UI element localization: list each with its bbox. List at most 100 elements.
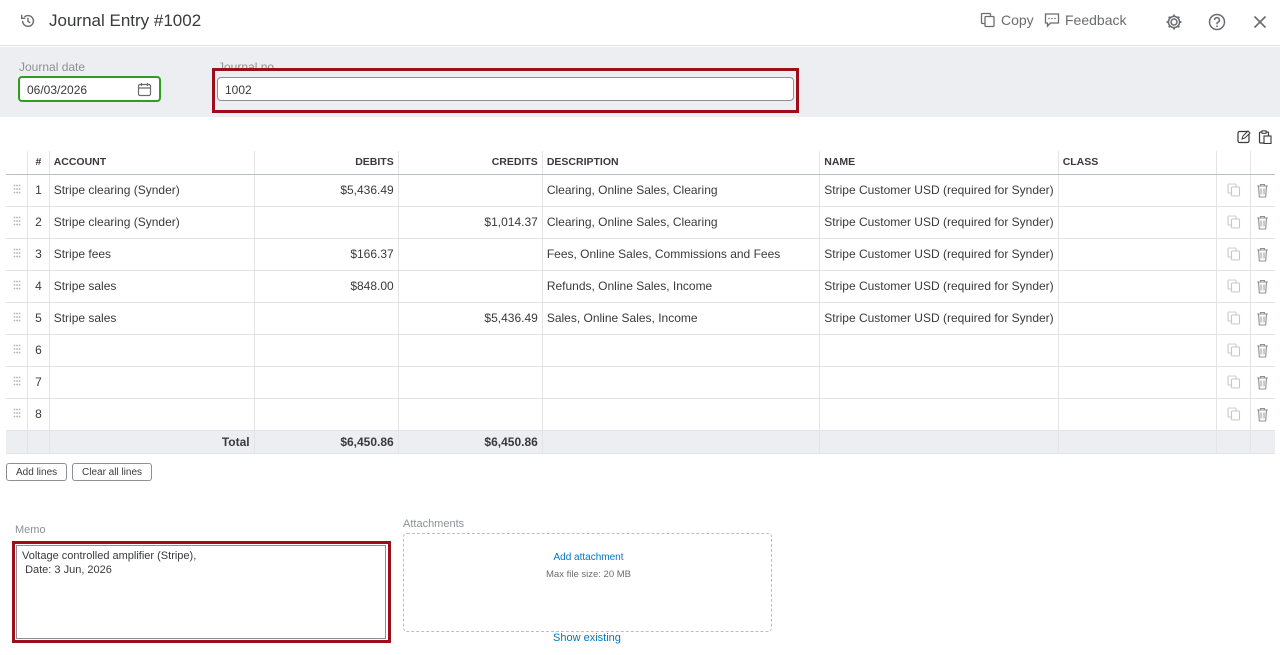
account-cell[interactable]: Stripe clearing (Synder) [48,174,255,207]
table-row[interactable]: 7 [6,366,1275,399]
delete-row-icon[interactable] [1256,343,1269,358]
account-cell[interactable] [48,366,255,399]
description-cell[interactable]: Fees, Online Sales, Commissions and Fees [541,238,820,271]
debit-cell[interactable]: $166.37 [253,238,399,271]
drag-handle-cell[interactable] [6,238,28,271]
duplicate-row-icon[interactable] [1226,183,1241,197]
name-cell[interactable]: Stripe Customer USD (required for Synder… [819,238,1059,271]
credit-cell[interactable]: $5,436.49 [397,302,543,335]
drag-handle-icon[interactable] [13,408,21,418]
debit-cell[interactable]: $5,436.49 [253,174,399,207]
duplicate-row-cell[interactable] [1216,302,1251,335]
duplicate-row-icon[interactable] [1226,279,1241,293]
drag-handle-cell[interactable] [6,174,28,207]
name-cell[interactable]: Stripe Customer USD (required for Synder… [819,302,1059,335]
table-row[interactable]: 1 Stripe clearing (Synder) $5,436.49 Cleari… [6,174,1275,207]
drag-handle-cell[interactable] [6,206,28,239]
delete-row-icon[interactable] [1256,215,1269,230]
drag-handle-icon[interactable] [13,216,21,226]
delete-row-cell[interactable] [1249,398,1275,431]
debit-cell[interactable]: $848.00 [253,270,399,303]
duplicate-row-cell[interactable] [1216,206,1251,239]
table-row[interactable]: 2 Stripe clearing (Synder) $1,014.37 Cleari… [6,206,1275,239]
credit-cell[interactable] [397,270,543,303]
description-cell[interactable] [541,398,820,431]
name-cell[interactable]: Stripe Customer USD (required for Synder… [819,206,1059,239]
account-cell[interactable]: Stripe fees [48,238,255,271]
drag-handle-icon[interactable] [13,344,21,354]
delete-row-icon[interactable] [1256,247,1269,262]
account-cell[interactable]: Stripe clearing (Synder) [48,206,255,239]
description-cell[interactable] [541,366,820,399]
drag-handle-icon[interactable] [13,312,21,322]
duplicate-row-cell[interactable] [1216,238,1251,271]
delete-row-cell[interactable] [1249,302,1275,335]
paste-icon[interactable] [1258,130,1272,144]
drag-handle-cell[interactable] [6,398,28,431]
description-cell[interactable]: Clearing, Online Sales, Clearing [541,206,820,239]
duplicate-row-cell[interactable] [1216,366,1251,399]
drag-handle-cell[interactable] [6,334,28,367]
class-cell[interactable] [1057,270,1217,303]
table-row[interactable]: 4 Stripe sales $848.00 Refunds, Online Sale… [6,270,1275,303]
delete-row-icon[interactable] [1256,407,1269,422]
duplicate-row-cell[interactable] [1216,270,1251,303]
debit-cell[interactable] [253,366,399,399]
class-cell[interactable] [1057,238,1217,271]
delete-row-icon[interactable] [1256,279,1269,294]
calendar-icon[interactable] [137,82,152,97]
class-cell[interactable] [1057,302,1217,335]
delete-row-icon[interactable] [1256,375,1269,390]
debit-cell[interactable] [253,398,399,431]
drag-handle-cell[interactable] [6,366,28,399]
drag-handle-icon[interactable] [13,376,21,386]
history-icon[interactable] [19,12,37,30]
account-cell[interactable]: Stripe sales [48,270,255,303]
table-row[interactable]: 8 [6,398,1275,431]
description-cell[interactable] [541,334,820,367]
memo-textarea[interactable]: Voltage controlled amplifier (Stripe), D… [16,545,386,639]
journal-date-input[interactable]: 06/03/2026 [18,76,161,102]
delete-row-cell[interactable] [1249,334,1275,367]
account-cell[interactable] [48,334,255,367]
duplicate-row-icon[interactable] [1226,375,1241,389]
journal-no-input[interactable]: 1002 [217,77,794,101]
show-existing-link[interactable]: Show existing [553,632,621,644]
delete-row-icon[interactable] [1256,311,1269,326]
duplicate-row-icon[interactable] [1226,247,1241,261]
credit-cell[interactable] [397,334,543,367]
description-cell[interactable]: Clearing, Online Sales, Clearing [541,174,820,207]
feedback-button[interactable]: Feedback [1044,12,1126,28]
duplicate-row-cell[interactable] [1216,398,1251,431]
name-cell[interactable]: Stripe Customer USD (required for Synder… [819,174,1059,207]
class-cell[interactable] [1057,206,1217,239]
duplicate-row-icon[interactable] [1226,343,1241,357]
duplicate-row-cell[interactable] [1216,334,1251,367]
delete-row-cell[interactable] [1249,366,1275,399]
delete-row-cell[interactable] [1249,206,1275,239]
debit-cell[interactable] [253,302,399,335]
name-cell[interactable]: Stripe Customer USD (required for Synder… [819,270,1059,303]
name-cell[interactable] [819,398,1059,431]
drag-handle-icon[interactable] [13,184,21,194]
add-lines-button[interactable]: Add lines [6,463,68,481]
help-icon[interactable] [1207,12,1227,32]
credit-cell[interactable]: $1,014.37 [397,206,543,239]
class-cell[interactable] [1057,334,1217,367]
class-cell[interactable] [1057,174,1217,207]
drag-handle-cell[interactable] [6,302,28,335]
credit-cell[interactable] [397,174,543,207]
copy-button[interactable]: Copy [980,12,1034,28]
name-cell[interactable] [819,334,1059,367]
duplicate-row-icon[interactable] [1226,311,1241,325]
delete-row-cell[interactable] [1249,174,1275,207]
credit-cell[interactable] [397,398,543,431]
class-cell[interactable] [1057,398,1217,431]
debit-cell[interactable] [253,206,399,239]
duplicate-row-icon[interactable] [1226,407,1241,421]
close-icon[interactable] [1250,12,1270,32]
table-row[interactable]: 3 Stripe fees $166.37 Fees, Online Sales, C… [6,238,1275,271]
gear-icon[interactable] [1164,12,1184,32]
edit-table-icon[interactable] [1237,130,1251,144]
name-cell[interactable] [819,366,1059,399]
